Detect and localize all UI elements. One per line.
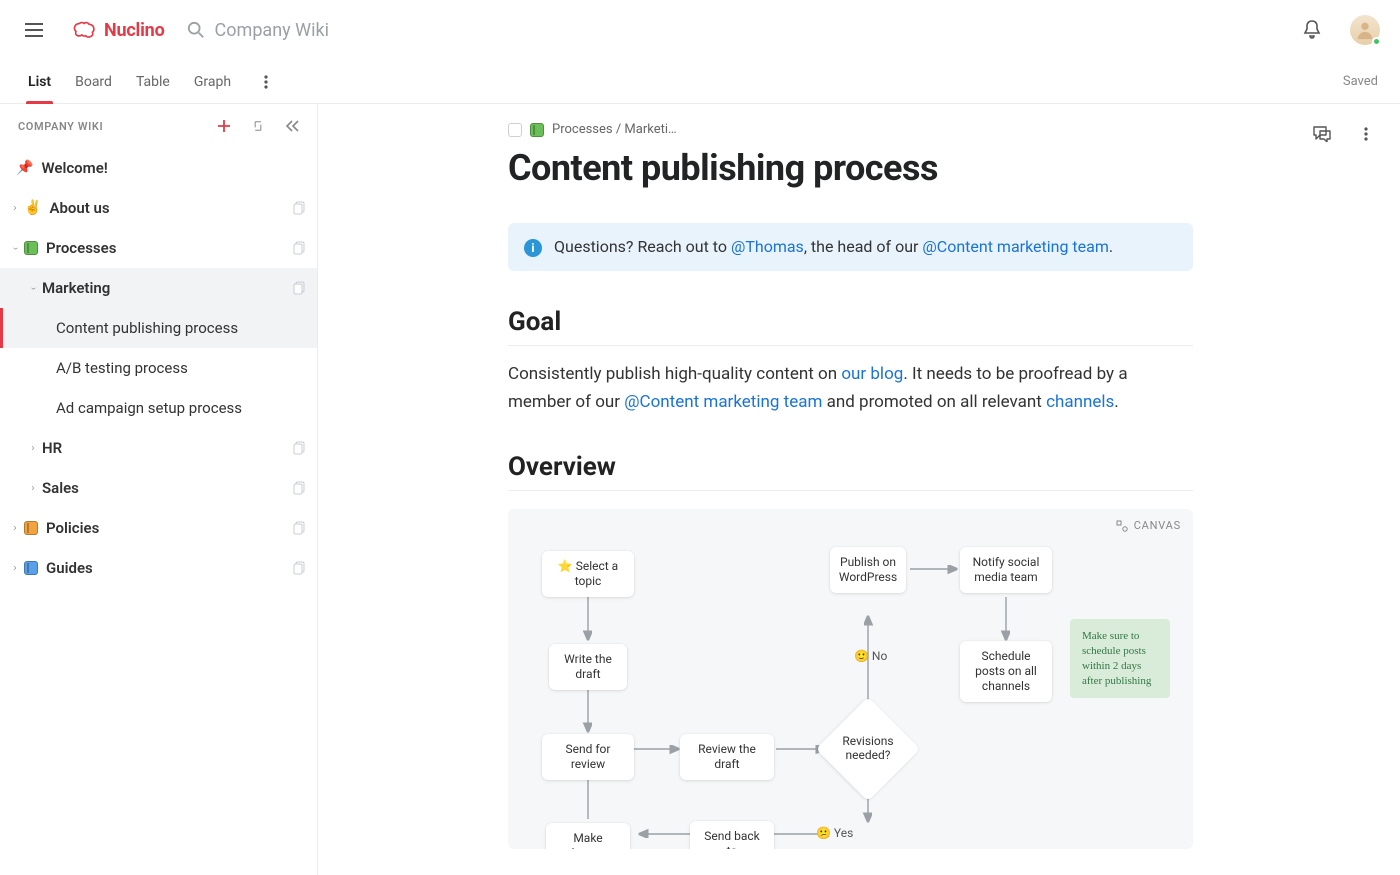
presence-indicator [1372,37,1381,46]
book-blue-icon [24,561,38,575]
copy-icon[interactable] [293,281,307,295]
chevron-down-icon: › [28,281,39,295]
copy-icon[interactable] [293,561,307,575]
collapse-sidebar-button[interactable] [279,113,305,139]
link-our-blog[interactable]: our blog [841,364,903,384]
mention-content-team-2[interactable]: @Content marketing team [624,392,822,412]
node-schedule[interactable]: Schedule posts on all channels [960,641,1052,702]
book-green-icon [530,123,544,137]
notifications-button[interactable] [1294,12,1330,48]
sidebar-item-marketing[interactable]: › Marketing [0,268,317,308]
sidebar: COMPANY WIKI 📌 Welcome! › ✌️ About us › … [0,104,318,875]
search-icon [187,21,205,39]
chevron-right-icon: › [26,443,40,454]
edge-label-yes: 😕 Yes [816,826,853,840]
sticky-note[interactable]: Make sure to schedule posts within 2 day… [1070,619,1170,698]
view-tabs: List Board Table Graph [28,60,277,103]
link-channels[interactable]: channels [1046,392,1114,412]
tab-board[interactable]: Board [75,60,112,103]
node-publish[interactable]: Publish on WordPress [830,547,906,593]
page-more-button[interactable] [1352,120,1380,148]
page-title[interactable]: Content publishing process [508,147,1193,189]
edge-label-no: 🙂 No [854,649,887,663]
sidebar-item-policies[interactable]: › Policies [0,508,317,548]
node-revisions-decision[interactable]: Revisions needed? [831,712,905,786]
heading-overview[interactable]: Overview [508,452,1193,491]
chevron-down-icon: › [10,241,21,255]
chevron-right-icon: › [26,483,40,494]
kebab-icon [1364,127,1368,141]
sidebar-pinned-welcome[interactable]: 📌 Welcome! [0,148,317,188]
book-orange-icon [24,521,38,535]
app-logo[interactable]: Nuclino [72,19,165,41]
chat-icon [1313,126,1331,142]
peace-icon: ✌️ [24,200,41,216]
views-more-button[interactable] [255,71,277,93]
sidebar-item-ad-campaign[interactable]: Ad campaign setup process [0,388,317,428]
sidebar-item-about-us[interactable]: › ✌️ About us [0,188,317,228]
goal-paragraph[interactable]: Consistently publish high-quality conten… [508,360,1193,416]
chevron-right-icon: › [8,563,22,574]
plus-icon [217,119,231,133]
pin-icon: 📌 [16,160,33,176]
sidebar-item-processes[interactable]: › Processes [0,228,317,268]
comments-button[interactable] [1308,120,1336,148]
breadcrumb[interactable]: Processes / Marketi… [508,122,1193,137]
info-icon: i [524,239,542,257]
copy-icon[interactable] [293,201,307,215]
bell-icon [1303,20,1321,40]
book-green-icon [24,241,38,255]
chevron-right-icon: › [8,203,22,214]
workspace-title: COMPANY WIKI [18,120,103,133]
copy-icon[interactable] [293,481,307,495]
mention-thomas[interactable]: @Thomas [731,237,804,256]
node-select-topic[interactable]: ⭐ Select a topic [542,551,634,597]
copy-icon[interactable] [293,241,307,255]
node-review-draft[interactable]: Review the draft [680,734,774,780]
expand-icon [251,119,265,133]
node-send-back[interactable]: Send back to [690,821,774,849]
heading-goal[interactable]: Goal [508,307,1193,346]
save-status: Saved [1343,74,1378,89]
copy-icon[interactable] [293,441,307,455]
hamburger-menu-button[interactable] [16,12,52,48]
user-avatar[interactable] [1350,15,1380,45]
canvas-diagram[interactable]: CANVAS ⭐ Select a topic Write the [508,509,1193,849]
node-send-review[interactable]: Send for review [542,734,634,780]
breadcrumb-text: Processes / Marketi… [552,122,677,137]
brain-icon [72,19,98,41]
callout-text: Questions? Reach out to @Thomas, the hea… [554,237,1113,256]
document-content: Processes / Marketi… Content publishing … [318,104,1400,875]
sidebar-item-hr[interactable]: › HR [0,428,317,468]
sidebar-item-content-publishing[interactable]: Content publishing process [0,308,317,348]
mention-content-team[interactable]: @Content marketing team [922,237,1108,256]
search-input[interactable]: Company Wiki [187,20,329,41]
tab-graph[interactable]: Graph [194,60,231,103]
kebab-icon [264,75,268,89]
search-placeholder: Company Wiki [215,20,329,41]
node-write-draft[interactable]: Write the draft [549,644,627,690]
node-notify[interactable]: Notify social media team [960,547,1052,593]
sidebar-item-sales[interactable]: › Sales [0,468,317,508]
add-page-button[interactable] [211,113,237,139]
chevron-double-left-icon [285,120,299,132]
canvas-badge[interactable]: CANVAS [1116,519,1181,532]
chevron-right-icon: › [8,523,22,534]
node-make-changes[interactable]: Make changes [546,823,630,849]
tab-list[interactable]: List [28,60,51,103]
info-callout: i Questions? Reach out to @Thomas, the h… [508,223,1193,271]
breadcrumb-checkbox-icon [508,123,522,137]
sidebar-item-guides[interactable]: › Guides [0,548,317,588]
expand-sidebar-button[interactable] [245,113,271,139]
shapes-icon [1116,520,1128,532]
app-name: Nuclino [104,20,165,41]
sidebar-item-ab-testing[interactable]: A/B testing process [0,348,317,388]
tab-table[interactable]: Table [136,60,170,103]
copy-icon[interactable] [293,521,307,535]
